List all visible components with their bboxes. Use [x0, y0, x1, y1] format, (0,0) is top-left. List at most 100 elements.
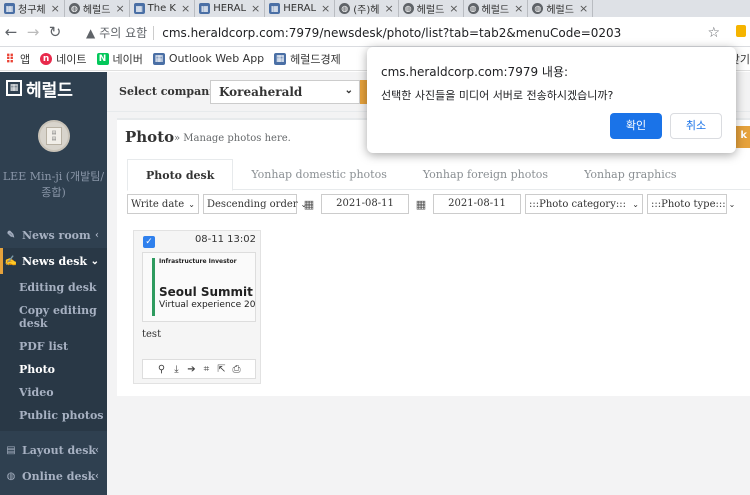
- share-icon[interactable]: ⇱: [216, 364, 228, 375]
- sidebar-item-photo[interactable]: Photo: [0, 358, 107, 381]
- logo-text: 헤럴드: [26, 80, 73, 101]
- zoom-icon[interactable]: ⚲: [156, 364, 168, 375]
- sidebar-item-news-room[interactable]: ✎ News room ‹: [0, 222, 107, 248]
- crop-icon[interactable]: ⌗: [201, 364, 213, 375]
- herald-favicon-icon: ▦: [269, 3, 281, 14]
- date-from-input[interactable]: 2021-08-11: [321, 194, 409, 214]
- tab-yonhap-graphics[interactable]: Yonhap graphics: [566, 159, 695, 190]
- calendar-icon[interactable]: ▦: [413, 198, 429, 211]
- back-icon[interactable]: ←: [0, 23, 22, 41]
- main-content: Photo » Manage photos here. k Photo desk…: [107, 112, 750, 495]
- sidebar-item-video[interactable]: Video: [0, 381, 107, 404]
- sort-field-select[interactable]: Write date ⌄: [127, 194, 199, 214]
- tab-title: HERAL: [213, 3, 247, 14]
- tab-title: 헤럴드: [481, 5, 510, 16]
- warning-icon[interactable]: ▲: [86, 26, 95, 40]
- bookmark-outlook[interactable]: ▦ Outlook Web App: [152, 52, 265, 65]
- close-icon[interactable]: ×: [115, 2, 124, 15]
- chevron-down-icon: ⌄: [632, 199, 639, 209]
- browser-tab[interactable]: ◍ 헤럴드 ×: [399, 0, 464, 17]
- close-icon[interactable]: ×: [181, 2, 190, 15]
- browser-tab[interactable]: ◍ 헤럴드 ×: [65, 0, 130, 17]
- photo-category-select[interactable]: :::Photo category::: ⌄: [525, 194, 643, 214]
- close-icon[interactable]: ×: [449, 2, 458, 15]
- sidebar-item-layout-desk[interactable]: ▤ Layout desk ‹: [0, 437, 107, 463]
- page-subtitle: » Manage photos here.: [174, 133, 291, 144]
- photo-card[interactable]: ✓ 08-11 13:02 Infrastructure Investor Se…: [133, 230, 261, 384]
- chevron-left-icon: ‹: [95, 229, 99, 241]
- sidebar-item-news-desk[interactable]: ✍ News desk ⌄: [0, 248, 107, 274]
- pencil-icon: ✎: [6, 229, 16, 241]
- company-select[interactable]: Koreaherald ⌄: [210, 80, 360, 104]
- tab-title: 헤럴드: [546, 5, 574, 16]
- globe-favicon-icon: ◍: [339, 3, 351, 14]
- url-input[interactable]: ▲ 주의 요함 cms.heraldcorp.com:7979/newsdesk…: [86, 22, 736, 43]
- bookmark-herald-economy[interactable]: ▦ 헤럴드경제: [274, 51, 341, 67]
- chevron-left-icon: ‹: [95, 444, 99, 456]
- globe-favicon-icon: ◍: [402, 3, 414, 14]
- sidebar-item-label: Layout desk: [22, 443, 97, 457]
- photo-category-value: :::Photo category:::: [529, 198, 626, 210]
- herald-favicon-icon: ▦: [4, 3, 15, 14]
- tab-title: 청구체: [18, 5, 46, 16]
- browser-tab[interactable]: ▦ HERAL ×: [195, 0, 266, 17]
- tab-photo-desk[interactable]: Photo desk: [127, 159, 234, 191]
- tab-yonhap-foreign[interactable]: Yonhap foreign photos: [405, 159, 566, 190]
- browser-tab[interactable]: ▦ 청구체 ×: [0, 0, 65, 17]
- browser-tab[interactable]: ▦ The K ×: [130, 0, 196, 17]
- bookmark-nate[interactable]: n 네이트: [40, 51, 87, 67]
- forward-icon[interactable]: →: [22, 23, 44, 41]
- cancel-button[interactable]: 취소: [670, 113, 722, 139]
- photo-thumbnail[interactable]: Infrastructure Investor Seoul Summit Vir…: [142, 252, 256, 322]
- bookmark-apps[interactable]: ⠿ 앱: [4, 51, 30, 67]
- globe-icon: ◍: [6, 470, 16, 482]
- calendar-icon[interactable]: ▦: [301, 198, 317, 211]
- bookmark-label: Outlook Web App: [168, 52, 265, 65]
- thumbnail-title-text: Seoul Summit: [159, 285, 253, 299]
- browser-tab[interactable]: ◍ (주)헤 ×: [335, 0, 399, 17]
- sidebar-item-copy-editing-desk[interactable]: Copy editing desk: [0, 299, 107, 335]
- sidebar-item-pdf-list[interactable]: PDF list: [0, 335, 107, 358]
- globe-favicon-icon: ◍: [68, 3, 80, 14]
- sidebar-item-label: News room: [22, 228, 91, 242]
- close-icon[interactable]: ×: [514, 2, 523, 15]
- chevron-down-icon: ⌄: [188, 199, 195, 209]
- close-icon[interactable]: ×: [51, 2, 60, 15]
- sidebar-item-public-photos[interactable]: Public photos: [0, 404, 107, 427]
- sidebar-item-editing-desk[interactable]: Editing desk: [0, 276, 107, 299]
- close-icon[interactable]: ×: [251, 2, 260, 15]
- herald-logo[interactable]: ▦ 헤럴드: [0, 72, 107, 104]
- bookmark-label: 네이트: [56, 52, 87, 66]
- bookmark-naver[interactable]: N 네이버: [96, 51, 143, 67]
- close-icon[interactable]: ×: [579, 2, 588, 15]
- dialog-title: cms.heraldcorp.com:7979 내용:: [381, 65, 569, 79]
- close-icon[interactable]: ×: [321, 2, 330, 15]
- url-text[interactable]: cms.heraldcorp.com:7979/newsdesk/photo/l…: [162, 26, 621, 40]
- panel-action-label: k: [740, 130, 747, 141]
- browser-tab[interactable]: ◍ 헤럴드 ×: [464, 0, 529, 17]
- sidebar-item-online-desk[interactable]: ◍ Online desk ‹: [0, 463, 107, 489]
- ok-button[interactable]: 확인: [610, 113, 662, 139]
- security-label[interactable]: 주의 요함: [99, 24, 147, 41]
- close-icon[interactable]: ×: [384, 2, 393, 15]
- print-icon[interactable]: ⎙: [231, 364, 243, 375]
- download-icon[interactable]: ⤓: [171, 364, 183, 375]
- date-to-input[interactable]: 2021-08-11: [433, 194, 521, 214]
- photo-checkbox[interactable]: ✓: [143, 236, 155, 248]
- chevron-left-icon: ‹: [95, 470, 99, 482]
- photo-type-select[interactable]: :::Photo type::: ⌄: [647, 194, 735, 214]
- tab-yonhap-domestic[interactable]: Yonhap domestic photos: [233, 159, 404, 190]
- send-icon[interactable]: ➔: [186, 364, 198, 375]
- sidebar-item-label: Online desk: [22, 469, 96, 483]
- sort-order-select[interactable]: Descending order ⌄: [203, 194, 307, 214]
- browser-tab[interactable]: ◍ 헤럴드 ×: [528, 0, 594, 17]
- avatar[interactable]: ▤ ▤: [38, 120, 70, 152]
- reload-icon[interactable]: ↻: [44, 23, 66, 41]
- bookmark-star-icon[interactable]: ☆: [707, 25, 720, 41]
- browser-tab[interactable]: ▦ HERAL ×: [265, 0, 336, 17]
- bookmark-label: 헤럴드경제: [290, 52, 341, 66]
- photo-timestamp: 08-11 13:02: [194, 234, 256, 245]
- sidebar: ▦ 헤럴드 ▤ ▤ LEE Min-ji (개발팀/ 종합) ✎ News roo…: [0, 72, 107, 495]
- tab-title: The K: [147, 3, 176, 14]
- extension-icon[interactable]: [736, 25, 746, 37]
